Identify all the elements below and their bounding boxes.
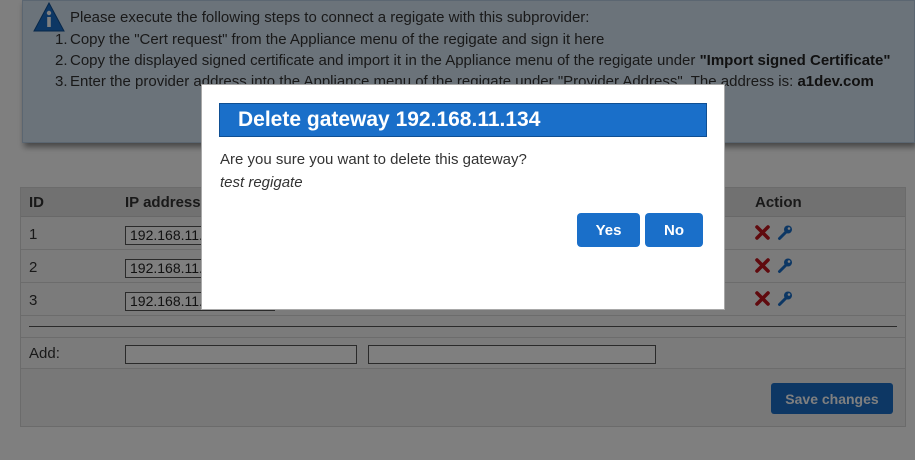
dialog-title: Delete gateway 192.168.11.134 (219, 103, 707, 137)
gateway-name: test regigate (220, 174, 303, 191)
yes-button[interactable]: Yes (577, 213, 640, 247)
no-button[interactable]: No (645, 213, 703, 247)
delete-gateway-dialog: Delete gateway 192.168.11.134 Are you su… (201, 84, 725, 310)
dialog-question: Are you sure you want to delete this gat… (220, 151, 527, 168)
